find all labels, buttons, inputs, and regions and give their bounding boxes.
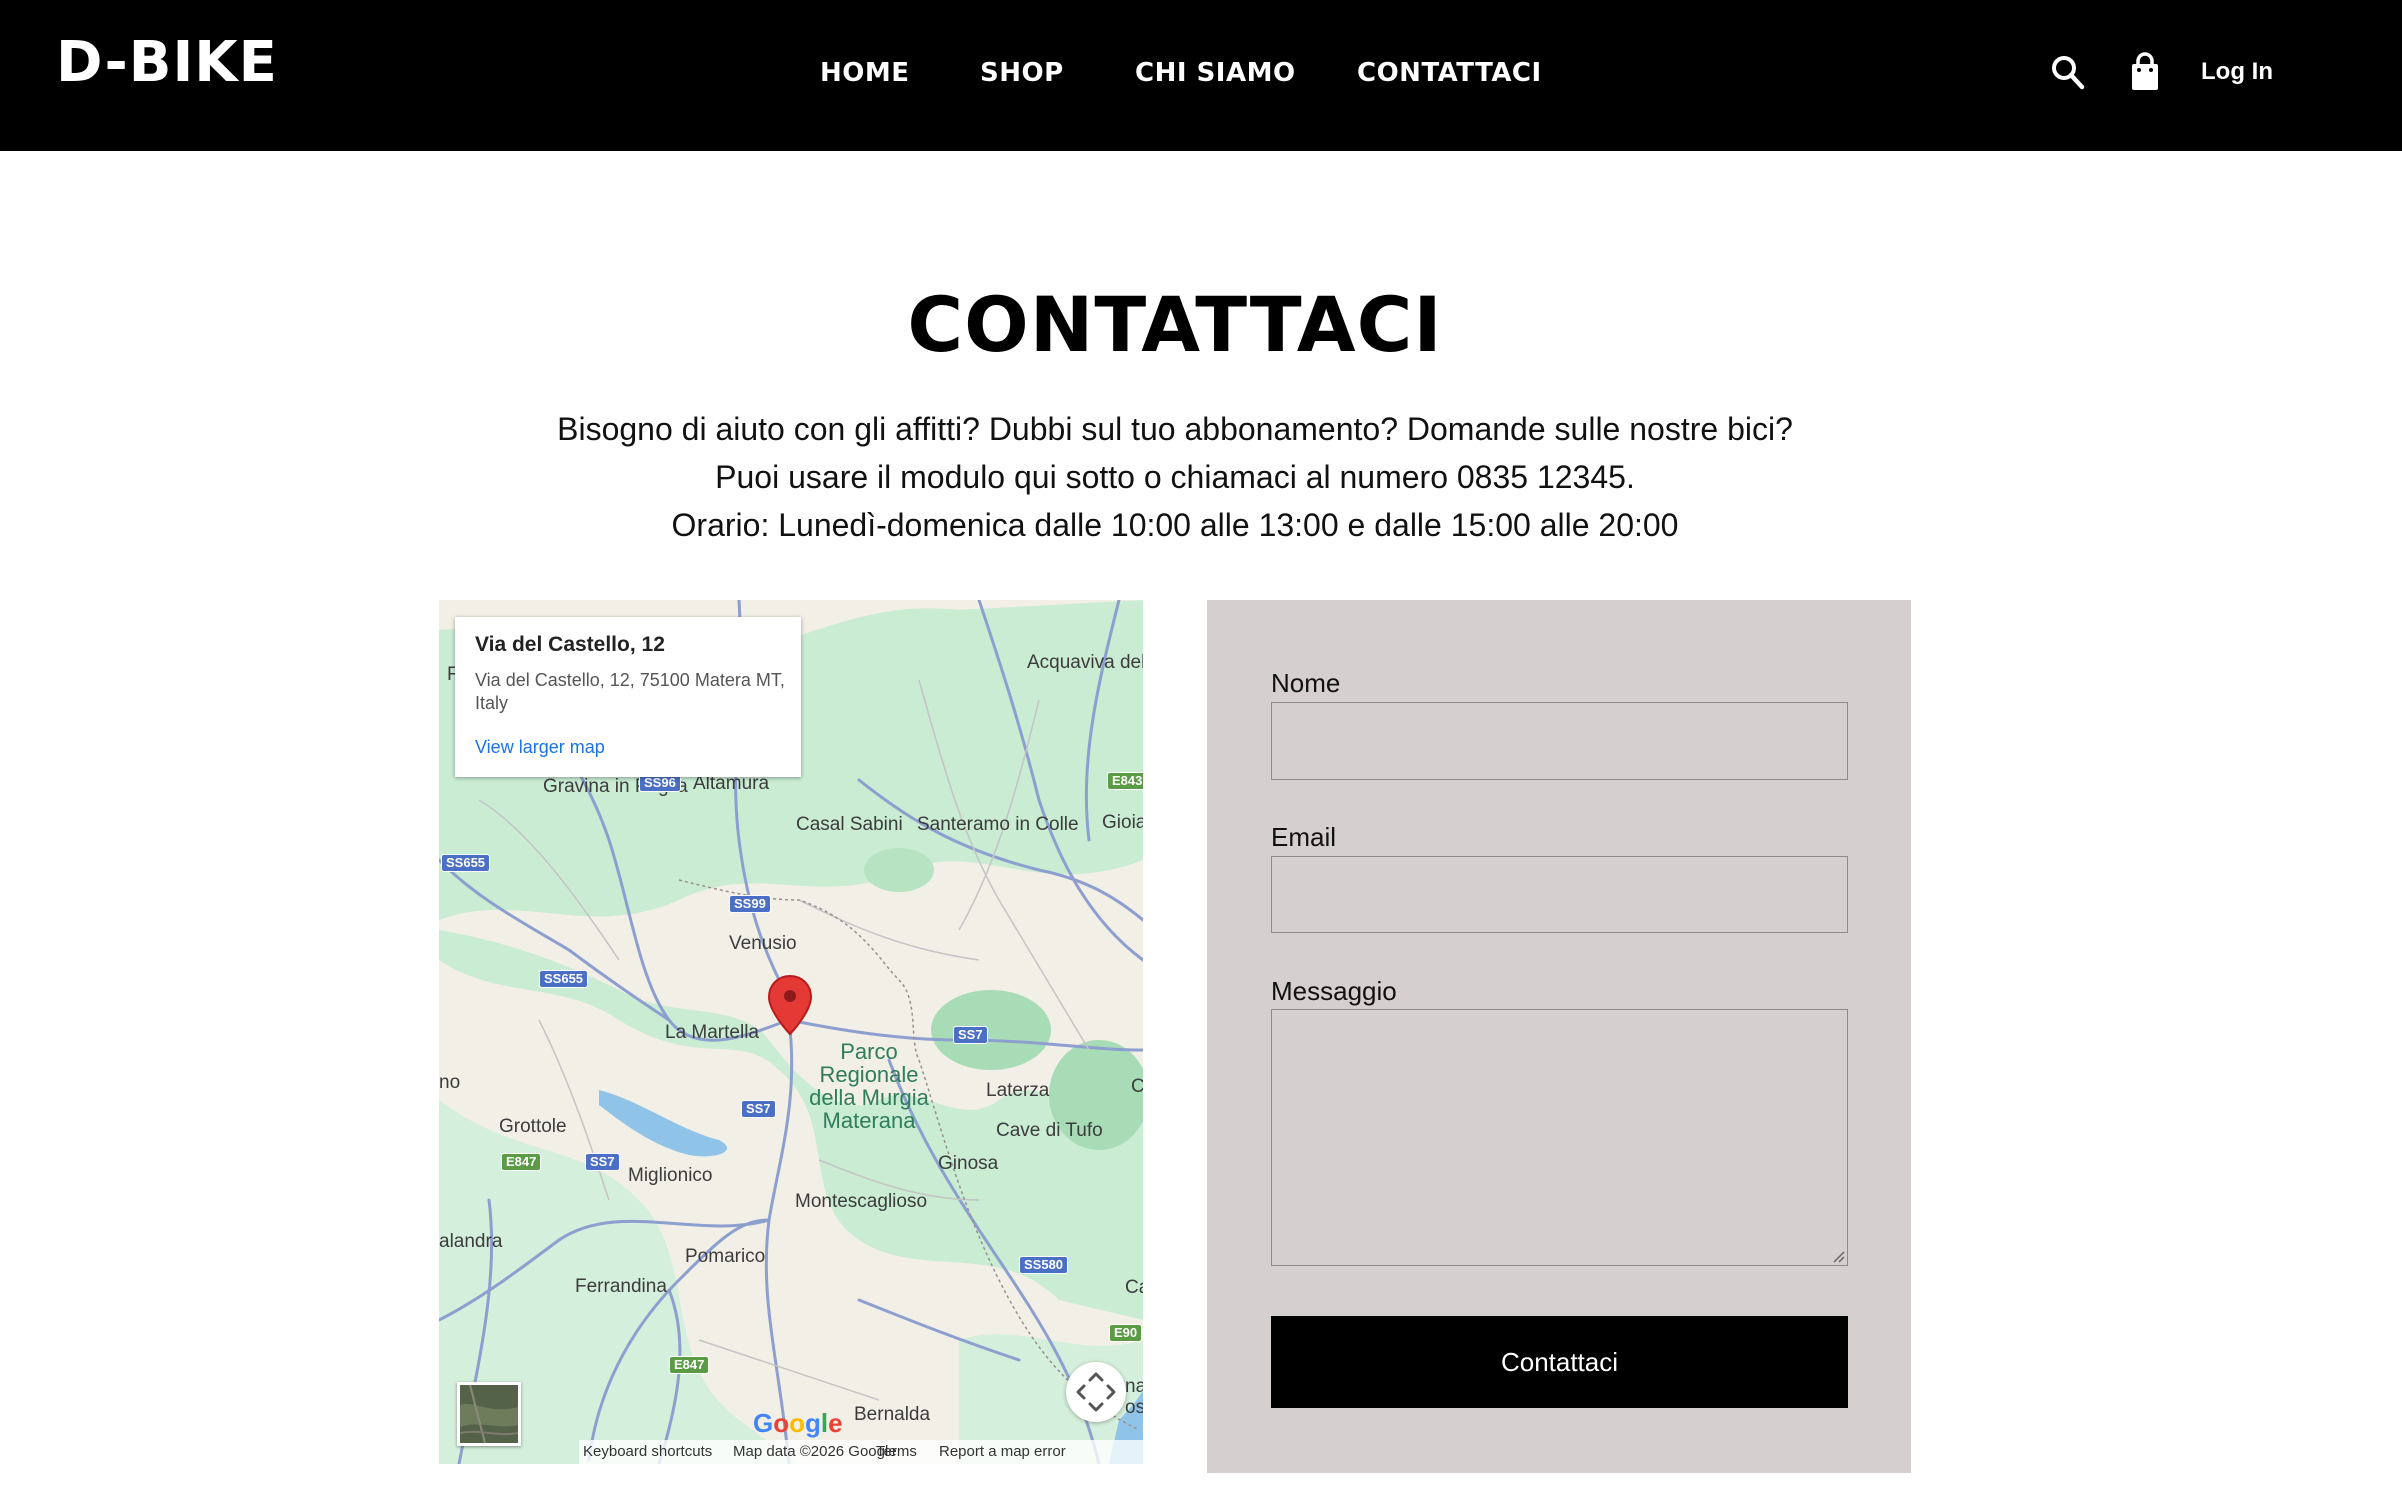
map-place-label: Ca (1125, 1277, 1143, 1298)
name-label: Nome (1271, 668, 1341, 698)
map-place-label: na os (1125, 1376, 1143, 1418)
nav-home[interactable]: HOME (820, 58, 910, 88)
road-shield: SS655 (441, 854, 491, 872)
intro-line: Bisogno di aiuto con gli affitti? Dubbi … (557, 411, 1793, 447)
map-place-label: Grottole (499, 1116, 567, 1137)
map-place-label: Ginosa (938, 1153, 999, 1174)
map-fullscreen-button[interactable] (1066, 1362, 1126, 1422)
road-shield: E90 (1109, 1324, 1143, 1342)
submit-button[interactable]: Contattaci (1271, 1316, 1848, 1408)
map-embed[interactable]: Acquaviva delle Fonti Gravina in Puglia … (439, 600, 1143, 1464)
map-place-label: Montescaglioso (795, 1191, 928, 1212)
map-place-label: Santeramo in Colle (917, 814, 1079, 835)
resize-handle-icon[interactable] (1831, 1249, 1845, 1263)
map-place-label: C (1131, 1076, 1143, 1097)
road-shield: SS7 (953, 1026, 988, 1044)
email-field[interactable] (1271, 856, 1848, 933)
road-shield: SS580 (1019, 1256, 1069, 1274)
map-place-label: Acquaviva delle Fonti (1027, 652, 1143, 673)
map-place-label: Pomarico (685, 1246, 766, 1267)
view-larger-map-link[interactable]: View larger map (475, 737, 781, 758)
map-place-label: no (439, 1072, 461, 1093)
login-link[interactable]: Log In (2201, 58, 2273, 86)
contact-form: Nome Email Messaggio Contattaci (1207, 600, 1911, 1473)
map-place-label: Laterza (986, 1080, 1050, 1101)
map-park-label: Parco Regionale della Murgia Materana (809, 1039, 929, 1133)
road-shield: SS655 (539, 970, 589, 988)
map-place-label: Ferrandina (575, 1276, 667, 1297)
page-title: CONTATTACI (907, 280, 1443, 369)
message-label: Messaggio (1271, 976, 1397, 1006)
expand-icon (1076, 1372, 1116, 1412)
satellite-thumbnail-icon (459, 1384, 519, 1444)
road-shield: SS7 (585, 1153, 620, 1171)
site-header: D-BIKE HOME SHOP CHI SIAMO CONTATTACI Lo… (0, 0, 2402, 151)
location-pin-icon[interactable] (767, 974, 813, 1041)
map-info-title: Via del Castello, 12 (475, 633, 665, 656)
intro-line: Puoi usare il modulo qui sotto o chiamac… (715, 459, 1635, 495)
map-place-label: Bernalda (854, 1404, 931, 1425)
email-label: Email (1271, 822, 1337, 852)
map-info-address: Via del Castello, 12, 75100 Matera MT, I… (475, 670, 785, 713)
map-info-card: Via del Castello, 12 Via del Castello, 1… (455, 617, 801, 777)
intro-text: Bisogno di aiuto con gli affitti? Dubbi … (0, 405, 2350, 549)
road-shield: SS7 (741, 1100, 776, 1118)
map-attribution-bar: Keyboard shortcuts Map data ©2026 Google… (579, 1440, 1143, 1464)
map-place-label: Cave di Tufo (996, 1120, 1103, 1141)
satellite-toggle[interactable] (457, 1382, 521, 1446)
map-place-label: Gioia (1102, 812, 1143, 833)
keyboard-shortcuts-link[interactable]: Keyboard shortcuts (583, 1443, 712, 1460)
terms-link[interactable]: Terms (876, 1443, 917, 1460)
road-shield: SS99 (729, 895, 771, 913)
name-field[interactable] (1271, 702, 1848, 780)
nav-contattaci[interactable]: CONTATTACI (1357, 58, 1542, 88)
map-data-text: Map data ©2026 Google (733, 1443, 897, 1460)
search-icon[interactable] (2050, 52, 2086, 92)
map-place-label: La Martella (665, 1022, 759, 1043)
nav-chi-siamo[interactable]: CHI SIAMO (1135, 58, 1296, 88)
google-logo: Google (753, 1408, 843, 1438)
shopping-bag-icon[interactable] (2127, 52, 2163, 92)
road-shield: E847 (501, 1153, 542, 1171)
map-place-label: Miglionico (628, 1165, 713, 1186)
map-place-label: alandra (439, 1231, 503, 1252)
map-place-label: Casal Sabini (796, 814, 903, 835)
road-shield: E847 (669, 1356, 710, 1374)
main-nav: HOME SHOP CHI SIAMO CONTATTACI (0, 58, 2402, 94)
intro-line: Orario: Lunedì-domenica dalle 10:00 alle… (671, 507, 1679, 543)
message-textarea[interactable] (1271, 1009, 1848, 1266)
report-map-error-link[interactable]: Report a map error (939, 1443, 1066, 1460)
road-shield: E843 (1107, 772, 1143, 790)
map-place-label: Venusio (729, 933, 797, 954)
nav-shop[interactable]: SHOP (980, 58, 1064, 88)
